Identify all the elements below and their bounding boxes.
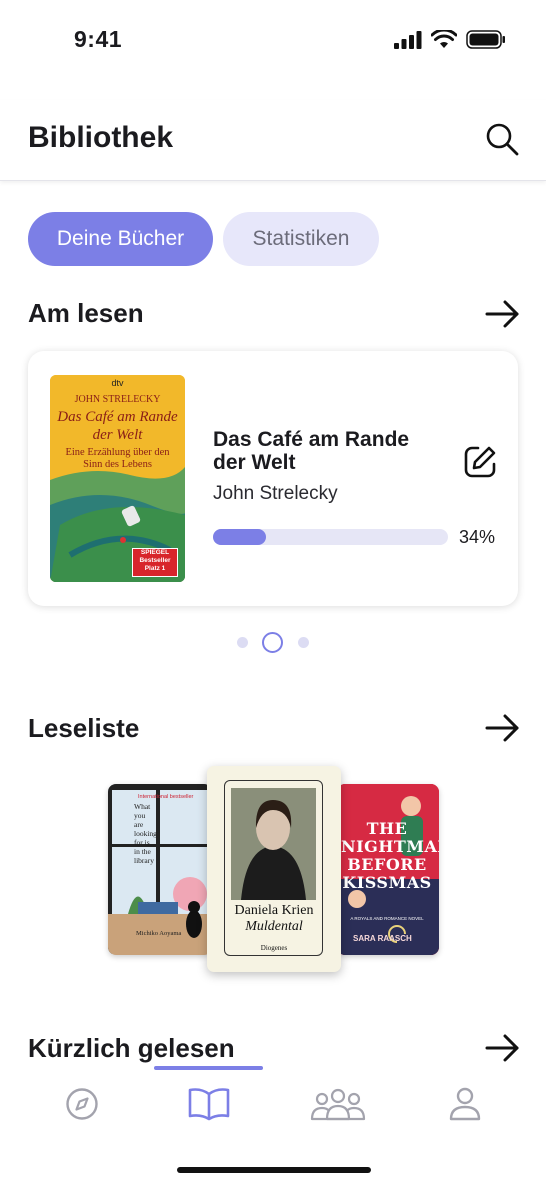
bestseller-badge: SPIEGEL Bestseller Platz 1 — [132, 548, 178, 577]
reading-list-cover-library[interactable]: International bestseller What you are lo… — [108, 784, 212, 955]
reading-progress-label: 34% — [459, 527, 496, 547]
nav-item-profile[interactable] — [446, 1082, 484, 1126]
cover-title: THE NIGHTMARE BEFORE KISSMAS — [341, 819, 439, 892]
wifi-icon — [431, 30, 457, 48]
home-indicator[interactable] — [177, 1167, 371, 1173]
cover-author: Michiko Aoyama — [136, 930, 182, 937]
edit-icon — [464, 446, 496, 478]
community-icon — [310, 1088, 366, 1121]
reading-list-cover-muldental[interactable]: Daniela Krien Muldental Diogenes — [207, 766, 341, 972]
badge-top: SPIEGEL — [140, 549, 170, 556]
pagination-dot-1[interactable] — [237, 637, 248, 648]
book-title: Das Café am Rande der Welt — [213, 428, 410, 474]
pagination-dot-2-active[interactable] — [262, 632, 283, 653]
search-button[interactable] — [484, 121, 520, 157]
reading-progress-fill — [213, 529, 266, 545]
tab-statistics[interactable]: Statistiken — [223, 212, 379, 266]
nav-item-discover[interactable] — [62, 1082, 102, 1126]
cover-title: Muldental — [245, 919, 303, 934]
cover-author: Daniela Krien — [234, 903, 314, 918]
cover-portrait — [231, 788, 316, 900]
status-time: 9:41 — [74, 26, 123, 52]
tab-your-books[interactable]: Deine Bücher — [28, 212, 213, 266]
cover-author: SARA RAASCH — [353, 934, 412, 943]
bottom-nav-active-indicator — [154, 1066, 263, 1070]
nav-item-community[interactable] — [309, 1082, 367, 1126]
cover-tagline: A ROYALS AND ROMANCE NOVEL — [350, 916, 424, 921]
nav-item-library[interactable] — [186, 1082, 232, 1126]
cover-author: JOHN STRELECKY — [74, 394, 161, 405]
arrow-right-icon — [485, 1034, 519, 1062]
section-title-recently-read: Kürzlich gelesen — [28, 1033, 235, 1063]
book-open-icon — [188, 1088, 230, 1121]
cover-title: What you are looking for is in the libra… — [134, 802, 157, 865]
cover-tag: International bestseller — [138, 794, 194, 800]
page-title: Bibliothek — [28, 121, 174, 154]
cover-subtitle: Eine Erzählung über den Sinn des Lebens — [65, 447, 170, 470]
reading-list-cover-nightmare-before-kissmas[interactable]: THE NIGHTMARE BEFORE KISSMAS A ROYALS AN… — [337, 784, 439, 955]
section-title-currently-reading: Am lesen — [28, 298, 144, 328]
cover-title: Das Café am Rande der Welt — [57, 409, 178, 443]
status-icons — [394, 30, 506, 49]
badge-bottom: Bestseller Platz 1 — [139, 557, 171, 572]
edit-progress-button[interactable] — [462, 444, 498, 480]
profile-icon — [449, 1087, 481, 1121]
reading-list-more-button[interactable] — [485, 713, 521, 743]
book-author: John Strelecky — [213, 483, 338, 504]
currently-reading-more-button[interactable] — [485, 299, 521, 329]
recently-read-more-button[interactable] — [485, 1033, 521, 1063]
book-cover[interactable]: dtv JOHN STRELECKY Das Café am Rande der… — [50, 375, 185, 582]
cover-publisher: dtv — [111, 378, 124, 388]
cover-publisher: Diogenes — [260, 944, 288, 952]
arrow-right-icon — [485, 300, 519, 328]
arrow-right-icon — [485, 714, 519, 742]
battery-icon — [466, 30, 505, 49]
pagination-dot-3[interactable] — [298, 637, 309, 648]
cellular-signal-icon — [394, 30, 422, 49]
search-icon — [486, 123, 519, 156]
compass-icon — [66, 1088, 98, 1120]
section-title-reading-list: Leseliste — [28, 713, 140, 743]
reading-progress-bar — [213, 529, 448, 545]
